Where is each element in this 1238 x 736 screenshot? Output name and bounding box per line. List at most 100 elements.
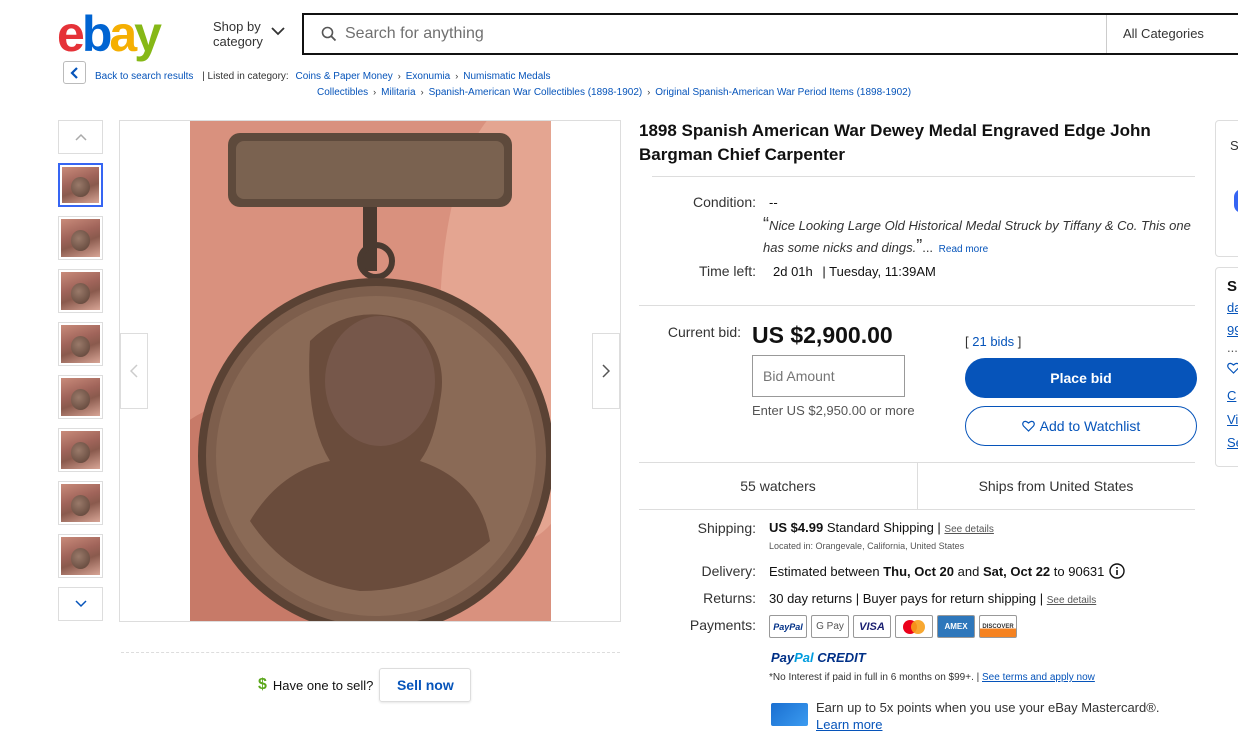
next-image-button[interactable] [592,333,620,409]
paypal-icon: PayPal [769,615,807,638]
thumbnail-2[interactable] [58,216,103,260]
no-interest-text: *No Interest if paid in full in 6 months… [769,672,980,683]
main-image-viewer[interactable] [119,120,621,622]
time-left-label: Time left: [698,263,756,279]
crumb-collectibles[interactable]: Collectibles [317,87,368,98]
side-visit-store-link[interactable]: Vi [1227,412,1238,427]
delivery-date1: Thu, Oct 20 [883,563,954,579]
thumbnail-image [62,167,99,203]
amex-icon: AMEX [937,615,975,638]
shop-by-category-button[interactable]: Shop by category [213,19,263,49]
search-icon [321,26,337,42]
ebay-mastercard-icon [771,703,808,726]
time-left-value: 2d 01h | Tuesday, 11:39AM [773,264,936,279]
learn-more-link[interactable]: Learn more [816,717,882,732]
delivery-pre: Estimated between [769,563,880,579]
back-to-search-link[interactable]: Back to search results [95,71,193,82]
logo-letter-y: y [134,6,162,62]
crumb-spanish-american-war[interactable]: Spanish-American War Collectibles (1898-… [429,87,643,98]
crumb-numismatic-medals[interactable]: Numismatic Medals [463,71,550,82]
thumbnail-scroll-down-button[interactable] [58,587,103,621]
logo-letter-b: b [81,6,112,62]
payment-methods: PayPal G Pay VISA AMEX DISCOVER [769,615,1017,638]
shop-by-line2: category [213,34,263,49]
returns-see-details-link[interactable]: See details [1047,595,1096,606]
chevron-left-icon [69,66,78,79]
ebay-logo[interactable]: ebay [57,6,162,62]
seller-info-partial: S da 99 ... C Vi Se [1215,267,1238,467]
chevron-right-icon: › [373,87,377,97]
side-see-items-link[interactable]: Se [1227,435,1238,450]
shipping-info: US $4.99 Standard Shipping | See details [769,520,994,535]
sell-question: Have one to sell? [272,677,374,693]
sell-now-button[interactable]: Sell now [379,668,472,702]
chevron-right-icon [602,364,610,378]
listed-in-label: | Listed in category: [202,71,289,82]
info-icon[interactable] [1109,563,1126,579]
read-more-link[interactable]: Read more [939,244,988,255]
shipping-method: Standard Shipping | [826,520,941,535]
condition-label: Condition: [692,194,756,210]
end-time: | Tuesday, 11:39AM [822,264,936,279]
heart-icon[interactable] [1227,362,1238,377]
thumbnail-4[interactable] [58,322,103,366]
side-feedback-link[interactable]: 99 [1227,323,1238,338]
crumb-exonumia[interactable]: Exonumia [406,71,450,82]
item-location: Located in: Orangevale, California, Unit… [769,541,965,551]
category-select[interactable]: All Categories [1106,15,1238,53]
thumbnail-7[interactable] [58,481,103,525]
logo-letter-a: a [109,6,137,62]
search-bar: All Categories [302,13,1238,55]
side-heading: S [1227,278,1238,295]
crumb-militaria[interactable]: Militaria [381,87,415,98]
thumbnail-3[interactable] [58,269,103,313]
side-contact-link[interactable]: C [1227,388,1236,403]
google-pay-icon: G Pay [811,615,849,638]
search-input[interactable] [345,25,1085,43]
chevron-down-icon[interactable] [271,26,285,36]
watchlist-label: Add to Watchlist [1039,418,1141,434]
condition-value: -- [769,195,778,210]
divider [652,176,1195,177]
thumbnail-6[interactable] [58,428,103,472]
thumbnail-image [61,272,100,310]
back-button[interactable] [63,61,86,84]
paypal-credit-word: CREDIT [817,650,866,665]
crumb-original-period-items[interactable]: Original Spanish-American War Period Ite… [655,87,911,98]
thumbnail-1[interactable] [58,163,103,207]
thumbnail-8[interactable] [58,534,103,578]
side-panel-letter: S [1230,138,1238,153]
side-seller-link[interactable]: da [1227,300,1238,315]
mastercard-promo-text: Earn up to 5x points when you use your e… [816,700,1160,715]
bids-link[interactable]: 21 bids [972,334,1014,349]
bracket-close: ] [1017,334,1022,349]
shop-by-line1: Shop by [213,19,261,34]
returns-label: Returns: [703,590,756,606]
shipping-see-details-link[interactable]: See details [944,524,993,535]
thumbnail-5[interactable] [58,375,103,419]
bid-count: [ 21 bids ] [965,334,1021,349]
place-bid-button[interactable]: Place bid [965,358,1197,398]
dollar-icon: $ [258,676,267,693]
crumb-coins[interactable]: Coins & Paper Money [295,71,392,82]
thumbnail-image [61,484,100,522]
ellipsis: ... [922,240,934,255]
breadcrumb-row2: Collectibles › Militaria › Spanish-American … [317,84,911,101]
divider [639,305,1195,306]
bid-amount-input[interactable] [752,355,905,397]
chevron-right-icon: › [397,71,401,81]
current-bid-label: Current bid: [667,324,741,340]
current-bid-price: US $2,900.00 [752,322,893,348]
thumbnail-image [61,431,100,469]
chevron-right-icon: › [420,87,424,97]
delivery-and: and [957,563,980,579]
sell-section: $ Have one to sell? Sell now [258,668,472,702]
add-to-watchlist-button[interactable]: Add to Watchlist [965,406,1197,446]
prev-image-button[interactable] [120,333,148,409]
terms-apply-link[interactable]: See terms and apply now [982,672,1095,683]
thumbnail-image [61,378,100,416]
shipping-label: Shipping: [697,520,756,536]
thumbnail-image [61,325,100,363]
thumbnail-scroll-up-button[interactable] [58,120,103,154]
bracket-open: [ [965,334,969,349]
